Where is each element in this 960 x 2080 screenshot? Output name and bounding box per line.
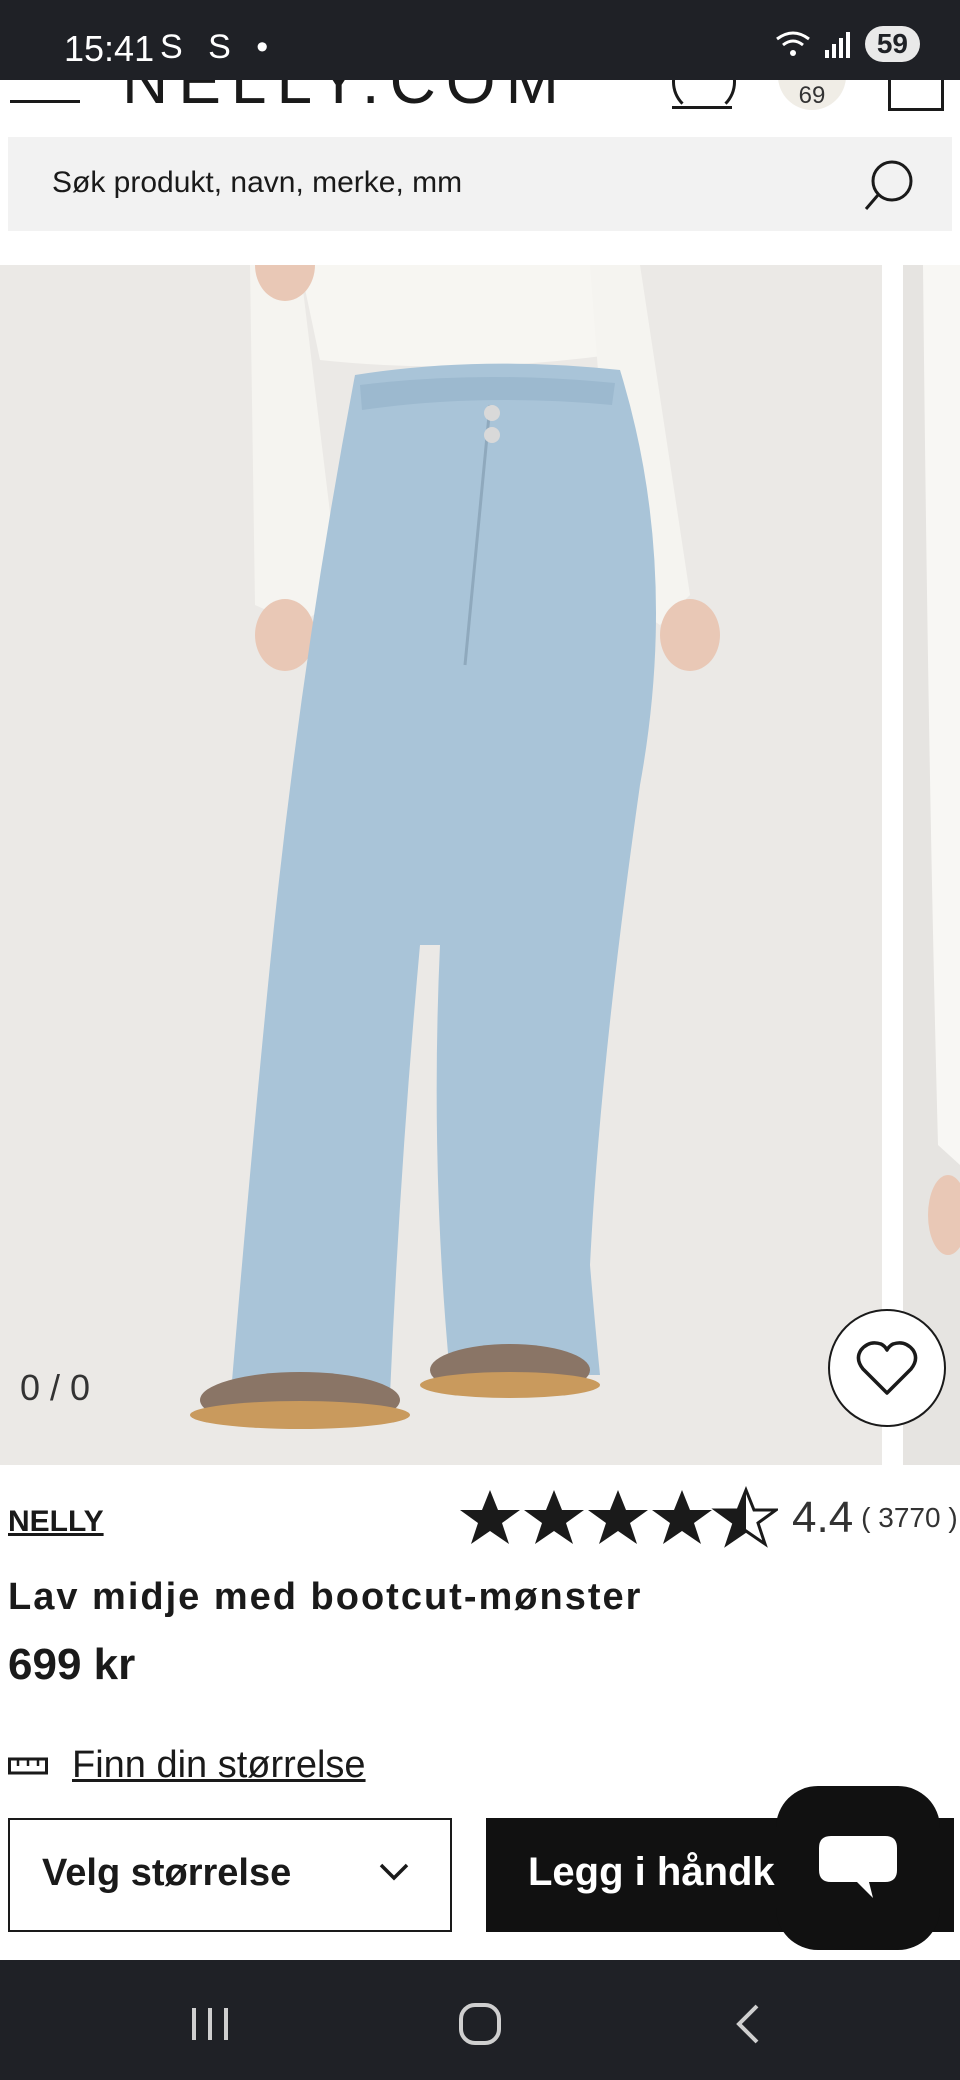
battery-indicator: 59 (864, 26, 920, 62)
size-select[interactable]: Velg størrelse (8, 1818, 452, 1932)
home-icon (459, 2003, 501, 2045)
product-rating[interactable]: 4.4 ( 3770 ) (458, 1486, 958, 1550)
next-product-image[interactable] (903, 265, 960, 1465)
product-gallery[interactable]: 0 / 0 (0, 265, 960, 1465)
recent-apps-icon (192, 2008, 228, 2040)
jeans-illustration (0, 265, 882, 1465)
back-button[interactable] (718, 1994, 778, 2054)
next-image-preview (903, 265, 960, 1465)
search-bar (8, 137, 952, 231)
size-guide[interactable]: Finn din størrelse (8, 1744, 366, 1787)
ruler-icon (8, 1757, 48, 1774)
star-rating-icons (460, 1486, 778, 1548)
search-input[interactable] (50, 165, 834, 201)
chevron-down-icon (379, 1863, 409, 1881)
heart-icon (856, 1341, 918, 1395)
recent-apps-button[interactable] (180, 1994, 240, 2054)
size-select-label: Velg størrelse (42, 1852, 292, 1894)
rating-value: 4.4 (792, 1493, 854, 1542)
back-icon (736, 2004, 759, 2044)
notification-icons: S S • (160, 28, 277, 66)
product-price: 699 kr (8, 1640, 136, 1689)
chat-icon (819, 1836, 897, 1898)
product-title: Lav midje med bootcut-mønster (8, 1576, 643, 1618)
status-bar: 15:41 S S • 59 (0, 0, 960, 80)
system-nav-bar (0, 1960, 960, 2080)
signal-icon (824, 32, 850, 58)
menu-icon[interactable] (10, 100, 80, 103)
wishlist-count: 69 (798, 82, 826, 109)
favorite-button[interactable] (828, 1309, 946, 1427)
account-icon-base (672, 106, 732, 109)
image-counter: 0 / 0 (20, 1367, 91, 1408)
cart-icon[interactable] (888, 80, 944, 111)
wifi-icon (775, 31, 810, 56)
status-right-icons: 59 (775, 26, 920, 62)
review-count: ( 3770 ) (861, 1502, 958, 1533)
product-image[interactable] (0, 265, 882, 1465)
size-guide-link[interactable]: Finn din størrelse (72, 1744, 366, 1787)
chat-button[interactable] (776, 1786, 940, 1950)
site-logo[interactable]: NELLY.COM (122, 80, 569, 118)
site-header: NELLY.COM 69 (0, 80, 960, 136)
wishlist-icon[interactable]: 69 (778, 80, 846, 110)
status-time: 15:41 (64, 28, 155, 69)
home-button[interactable] (450, 1994, 510, 2054)
search-icon[interactable] (862, 157, 918, 213)
brand-link[interactable]: NELLY (8, 1505, 104, 1539)
